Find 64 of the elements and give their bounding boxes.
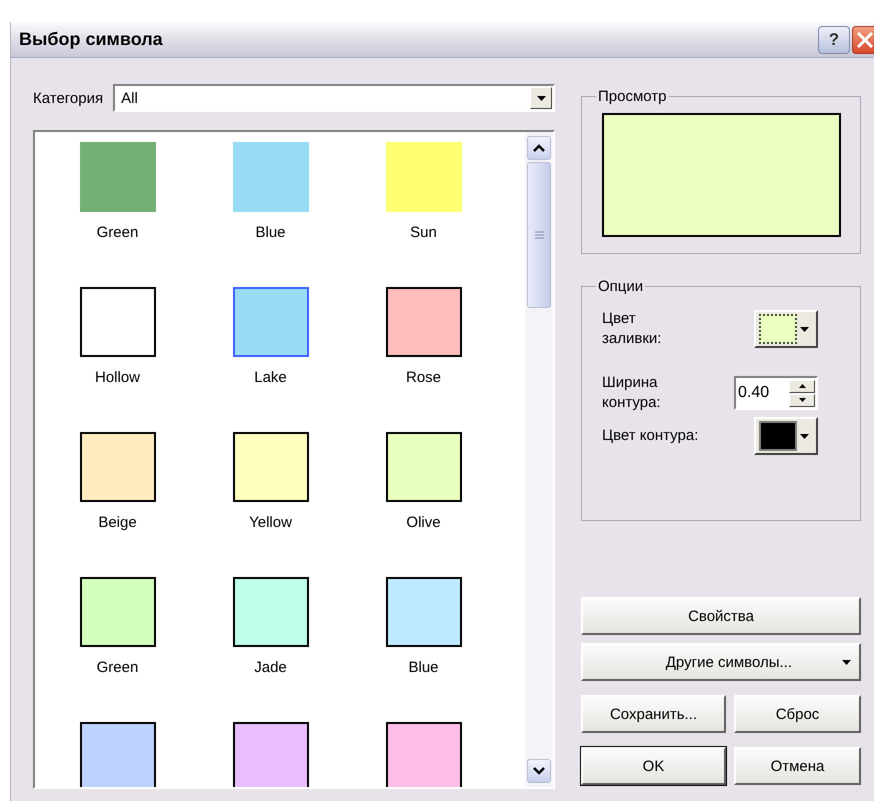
grip-icon <box>534 231 544 239</box>
symbol-swatch[interactable] <box>386 287 462 357</box>
caret-icon <box>800 434 809 438</box>
caret-icon <box>842 660 851 664</box>
symbol-label: Rose <box>406 369 442 386</box>
category-dropdown[interactable]: All <box>113 84 555 112</box>
help-button[interactable]: ? <box>818 26 850 54</box>
caret-icon <box>800 326 809 332</box>
outline-width-field[interactable]: 0.40 <box>734 376 818 410</box>
category-label: Категория <box>33 90 104 106</box>
symbol-swatch[interactable] <box>232 287 308 357</box>
category-value: All <box>121 90 138 106</box>
ok-button[interactable]: OK <box>581 747 726 785</box>
arrow-down-icon <box>798 398 806 402</box>
symbol-label: Green <box>96 224 138 241</box>
symbol-label: Jade <box>254 659 287 676</box>
window-title: Выбор символа <box>19 29 164 50</box>
symbol-label: Lake <box>254 369 287 386</box>
chevron-up-icon <box>533 144 545 152</box>
symbol-swatch[interactable] <box>80 142 156 212</box>
symbol-label: Olive <box>406 514 441 531</box>
cancel-button[interactable]: Отмена <box>734 747 861 785</box>
symbol-label: Blue <box>255 224 286 241</box>
reset-button[interactable]: Сброс <box>734 695 861 733</box>
symbol-label: Sun <box>410 224 437 241</box>
symbol-swatch[interactable] <box>232 432 308 502</box>
symbol-swatch[interactable] <box>386 432 462 502</box>
symbol-label: Beige <box>98 514 137 531</box>
options-title: Опции <box>597 278 644 295</box>
symbol-label: Hollow <box>94 369 140 386</box>
scroll-down-button[interactable] <box>527 759 551 783</box>
scroll-up-button[interactable] <box>527 136 551 160</box>
arrow-up-icon <box>798 384 806 388</box>
fill-color-button[interactable] <box>754 310 818 348</box>
symbol-swatch[interactable] <box>232 722 308 787</box>
symbol-swatch[interactable] <box>386 577 462 647</box>
spin-down-button[interactable] <box>789 394 815 406</box>
symbol-swatch[interactable] <box>80 577 156 647</box>
symbol-label: Yellow <box>249 514 292 531</box>
close-button[interactable] <box>852 26 874 54</box>
scrollbar[interactable] <box>525 132 553 787</box>
more-symbols-button[interactable]: Другие символы... <box>581 643 861 681</box>
preview-title: Просмотр <box>597 88 668 105</box>
fill-color-label: Цвет заливки: <box>602 309 662 349</box>
symbol-swatch[interactable] <box>80 432 156 502</box>
spin-up-button[interactable] <box>789 380 815 392</box>
outline-color-label: Цвет контура: <box>602 426 700 446</box>
outline-color-button[interactable] <box>754 417 818 455</box>
dropdown-button[interactable] <box>530 87 552 109</box>
close-icon <box>856 30 874 48</box>
symbol-swatch[interactable] <box>386 722 462 787</box>
symbol-swatch[interactable] <box>80 287 156 357</box>
outline-width-label: Ширина контура: <box>602 373 662 413</box>
caret-icon <box>536 96 546 100</box>
symbol-swatch[interactable] <box>80 722 156 787</box>
symbol-swatch[interactable] <box>232 577 308 647</box>
symbol-label: Blue <box>408 659 439 676</box>
outline-width-input[interactable]: 0.40 <box>736 384 782 402</box>
more-symbols-label: Другие символы... <box>666 654 792 670</box>
chevron-down-icon <box>533 767 545 775</box>
symbol-label: Green <box>96 659 138 676</box>
properties-button[interactable]: Свойства <box>581 597 861 635</box>
save-button[interactable]: Сохранить... <box>581 695 726 733</box>
scroll-thumb[interactable] <box>527 162 551 308</box>
